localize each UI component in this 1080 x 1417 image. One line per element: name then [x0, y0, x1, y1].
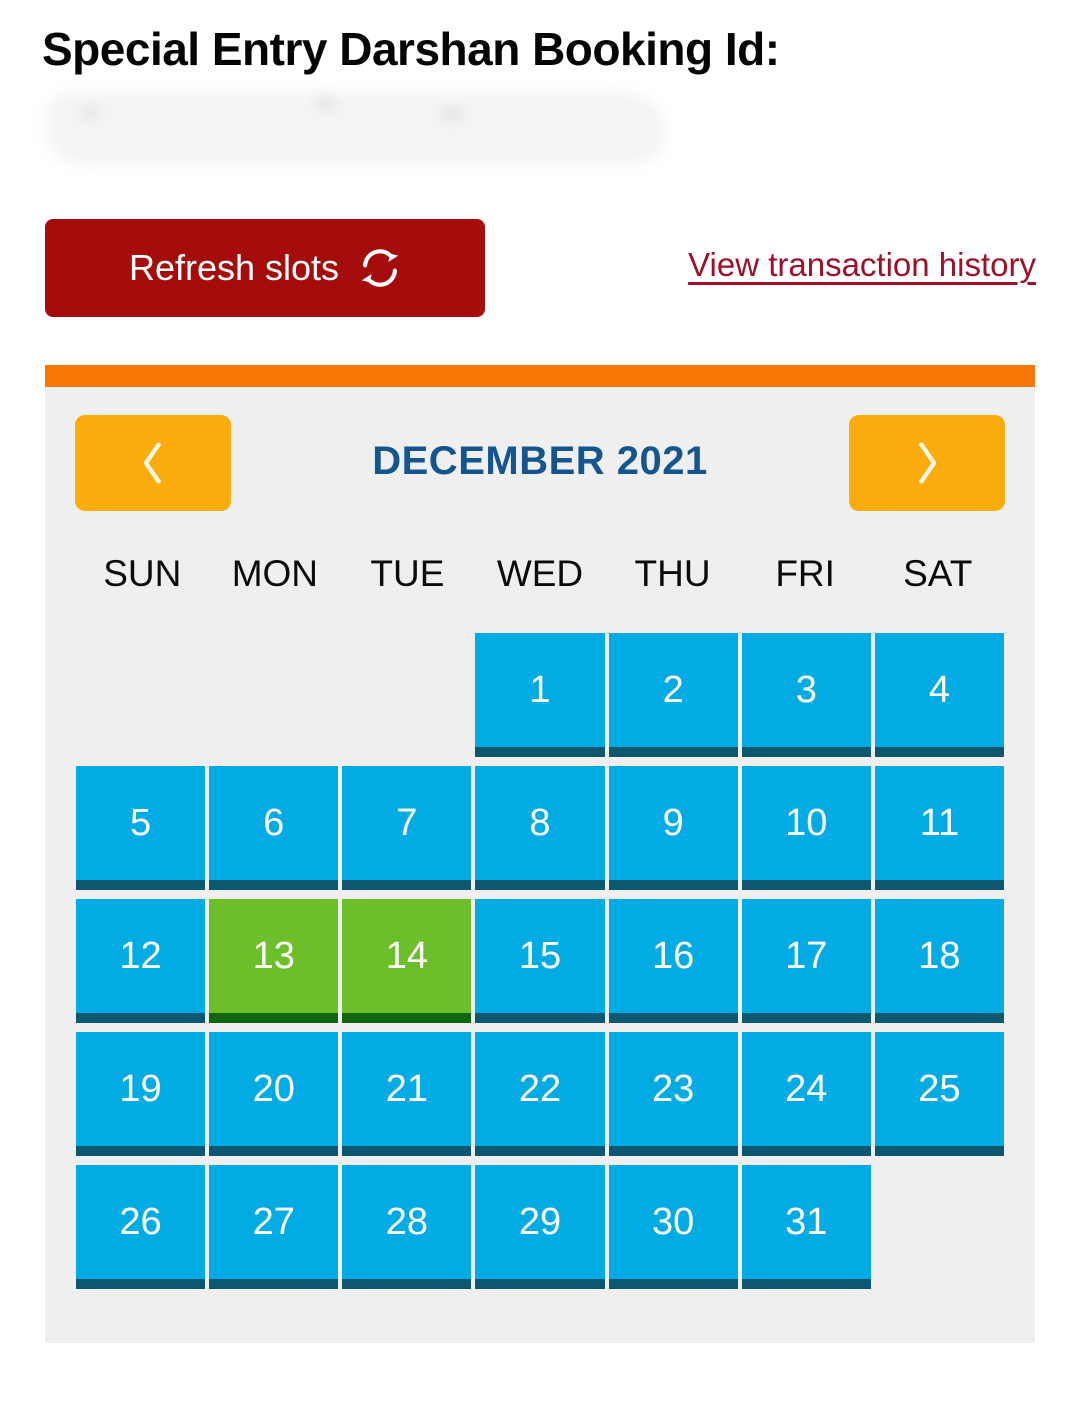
calendar-day-empty — [209, 633, 338, 757]
calendar-day-29[interactable]: 29 — [475, 1165, 605, 1289]
weekday-label-sun: SUN — [103, 553, 182, 594]
calendar-day-empty — [76, 633, 205, 757]
calendar-weekday-header: SUN MON TUE WED THU FRI SAT — [76, 547, 1004, 595]
calendar-day-27[interactable]: 27 — [209, 1165, 339, 1289]
calendar-day-22[interactable]: 22 — [475, 1032, 605, 1156]
calendar-day-7[interactable]: 7 — [342, 766, 472, 890]
calendar-day-25[interactable]: 25 — [874, 1032, 1004, 1156]
weekday-label-tue: TUE — [370, 553, 445, 594]
calendar-day-empty — [875, 1165, 1004, 1289]
calendar-day-16[interactable]: 16 — [608, 899, 738, 1023]
calendar-day-26[interactable]: 26 — [76, 1165, 206, 1289]
chevron-right-icon — [910, 438, 944, 488]
calendar-nav: DECEMBER 2021 — [45, 415, 1035, 547]
calendar-day-13[interactable]: 13 — [209, 899, 339, 1023]
calendar-day-20[interactable]: 20 — [209, 1032, 339, 1156]
calendar-day-grid: 1 2 3 4 5 6 7 8 9 10 11 12 13 14 15 16 17 18 19 20 21 22 23 24 2… — [76, 633, 1004, 1289]
weekday-label-mon: MON — [231, 553, 319, 594]
calendar-day-23[interactable]: 23 — [608, 1032, 738, 1156]
calendar-day-1[interactable]: 1 — [475, 633, 605, 757]
calendar-day-2[interactable]: 2 — [608, 633, 738, 757]
weekday-label-wed: WED — [496, 553, 584, 594]
redacted-booking-id — [45, 92, 665, 164]
calendar-day-15[interactable]: 15 — [475, 899, 605, 1023]
calendar-day-10[interactable]: 10 — [741, 766, 871, 890]
refresh-slots-button[interactable]: Refresh slots — [45, 219, 485, 317]
calendar-day-11[interactable]: 11 — [874, 766, 1004, 890]
calendar-day-30[interactable]: 30 — [608, 1165, 738, 1289]
calendar-day-31[interactable]: 31 — [741, 1165, 871, 1289]
calendar-day-4[interactable]: 4 — [874, 633, 1004, 757]
redaction-speck — [443, 112, 461, 116]
next-month-button[interactable] — [849, 415, 1005, 511]
calendar-day-28[interactable]: 28 — [342, 1165, 472, 1289]
calendar-day-3[interactable]: 3 — [741, 633, 871, 757]
calendar-day-18[interactable]: 18 — [874, 899, 1004, 1023]
calendar-day-5[interactable]: 5 — [76, 766, 206, 890]
calendar-day-6[interactable]: 6 — [209, 766, 339, 890]
view-transaction-history-link[interactable]: View transaction history — [688, 246, 1036, 284]
weekday-label-sat: SAT — [903, 553, 973, 594]
weekday-label-fri: FRI — [775, 553, 835, 594]
calendar-day-24[interactable]: 24 — [741, 1032, 871, 1156]
calendar-panel: DECEMBER 2021 SUN MON TUE WED THU FRI SAT 1234… — [45, 365, 1035, 1343]
calendar-day-9[interactable]: 9 — [608, 766, 738, 890]
calendar-day-empty — [342, 633, 471, 757]
calendar-topbar — [45, 365, 1035, 387]
calendar-day-12[interactable]: 12 — [76, 899, 206, 1023]
calendar-day-14[interactable]: 14 — [342, 899, 472, 1023]
calendar-day-21[interactable]: 21 — [342, 1032, 472, 1156]
redaction-speck — [317, 100, 333, 104]
page-title: Special Entry Darshan Booking Id: — [42, 23, 780, 75]
redaction-speck — [85, 110, 95, 115]
calendar-day-19[interactable]: 19 — [76, 1032, 206, 1156]
weekday-label-thu: THU — [634, 553, 711, 594]
refresh-sync-icon — [359, 247, 401, 289]
calendar-day-8[interactable]: 8 — [475, 766, 605, 890]
calendar-day-17[interactable]: 17 — [741, 899, 871, 1023]
refresh-slots-label: Refresh slots — [128, 247, 340, 288]
